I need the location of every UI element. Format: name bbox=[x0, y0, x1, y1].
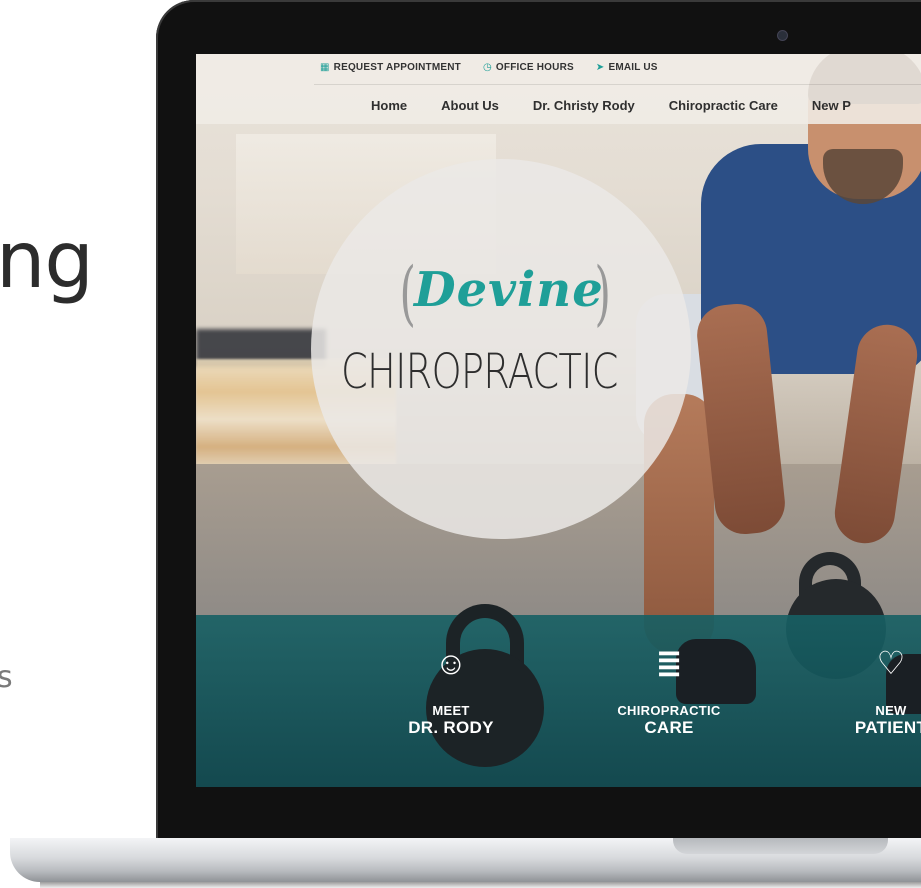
nav-new-patients[interactable]: New P bbox=[812, 98, 851, 113]
paper-plane-icon: ➤ bbox=[595, 62, 605, 73]
logo-script-text: Devine bbox=[414, 262, 604, 318]
site-header: ▦ REQUEST APPOINTMENT ◷ OFFICE HOURS ➤ E… bbox=[196, 54, 921, 124]
cta-line2: CARE bbox=[644, 718, 694, 737]
laptop-base-shadow bbox=[40, 882, 921, 888]
logo-wordmark: CHIROPRACTIC bbox=[341, 344, 618, 400]
nav-chiropractic-care[interactable]: Chiropractic Care bbox=[669, 98, 778, 113]
email-us-link[interactable]: ➤ EMAIL US bbox=[596, 62, 658, 73]
cta-line1: NEW bbox=[875, 703, 907, 718]
cta-line1: CHIROPRACTIC bbox=[617, 703, 721, 718]
cta-line1: MEET bbox=[432, 703, 470, 718]
utility-divider bbox=[314, 84, 921, 85]
email-us-label: EMAIL US bbox=[608, 62, 658, 73]
cta-line2: PATIENT bbox=[854, 718, 921, 737]
office-hours-link[interactable]: ◷ OFFICE HOURS bbox=[483, 62, 574, 73]
nav-about-us[interactable]: About Us bbox=[441, 98, 499, 113]
nav-dr-christy-rody[interactable]: Dr. Christy Rody bbox=[533, 98, 635, 113]
cta-line2: DR. RODY bbox=[408, 718, 494, 737]
laptop-screen: ▦ REQUEST APPOINTMENT ◷ OFFICE HOURS ➤ E… bbox=[196, 54, 921, 787]
heart-icon: ♡ bbox=[876, 645, 906, 681]
cta-meet-dr-rody[interactable]: ☺ MEET DR. RODY bbox=[366, 639, 536, 738]
cta-new-patient[interactable]: ♡ NEW PATIENT bbox=[806, 639, 921, 738]
nav-home[interactable]: Home bbox=[371, 98, 407, 113]
doctor-icon: ☺ bbox=[434, 645, 468, 681]
request-appointment-label: REQUEST APPOINTMENT bbox=[333, 62, 461, 73]
request-appointment-link[interactable]: ▦ REQUEST APPOINTMENT bbox=[320, 62, 461, 73]
spine-icon: ≣ bbox=[655, 645, 683, 681]
main-nav: Home About Us Dr. Christy Rody Chiroprac… bbox=[371, 98, 885, 113]
laptop-notch bbox=[673, 838, 888, 854]
clock-icon: ◷ bbox=[482, 62, 492, 73]
calendar-icon: ▦ bbox=[320, 62, 330, 73]
camera-dot bbox=[777, 30, 788, 41]
cta-chiropractic-care[interactable]: ≣ CHIROPRACTIC CARE bbox=[584, 639, 754, 738]
utility-bar: ▦ REQUEST APPOINTMENT ◷ OFFICE HOURS ➤ E… bbox=[320, 62, 658, 73]
left-heading-fragment: ng bbox=[0, 216, 94, 306]
left-subtext-fragment: s bbox=[0, 660, 13, 695]
office-hours-label: OFFICE HOURS bbox=[495, 62, 574, 73]
